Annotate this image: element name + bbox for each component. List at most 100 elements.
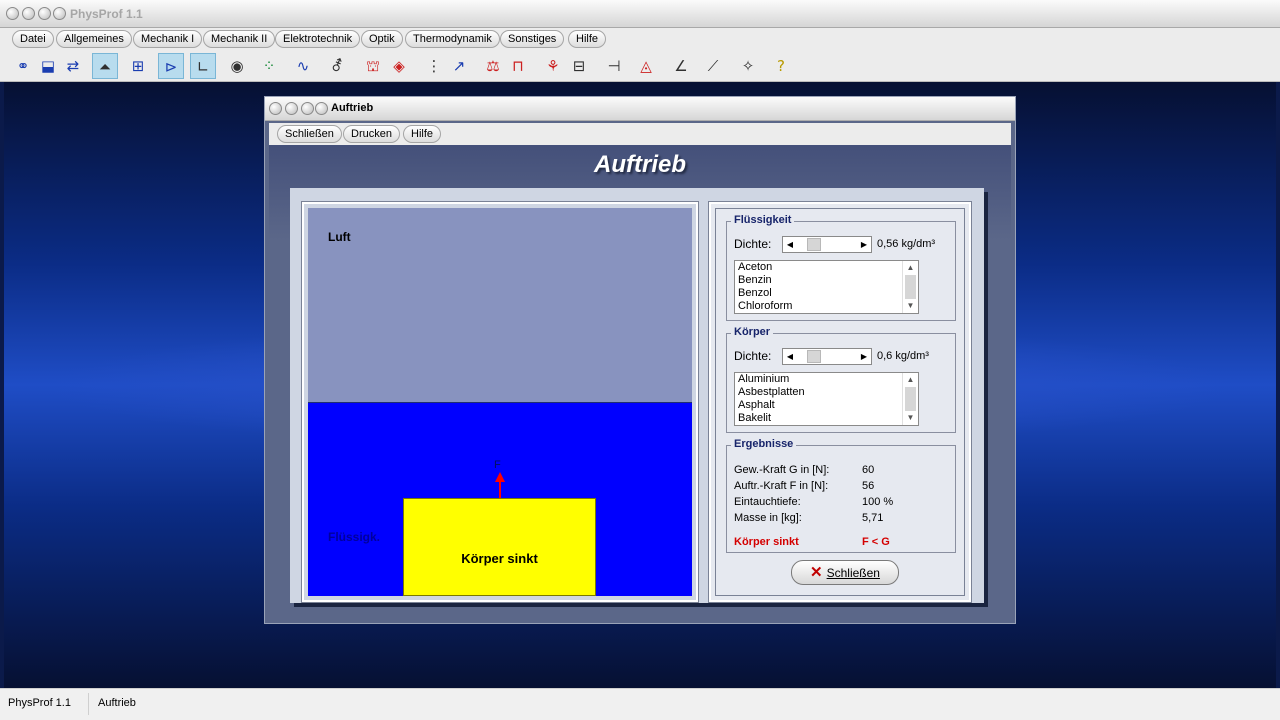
molecule-icon[interactable]: ⚘ [540,53,566,79]
body-group-title: Körper [731,326,774,338]
list-item[interactable]: Asbestplatten [735,386,918,399]
list-item[interactable]: Benzol [735,287,918,300]
dialog-close-button[interactable] [269,102,282,115]
fluid-slider-thumb[interactable] [807,238,821,251]
scroll-down-icon[interactable]: ▼ [903,300,918,312]
oscillation-icon[interactable]: ∿ [290,53,316,79]
list-item[interactable]: Benzin [735,274,918,287]
app-titlebar: PhysProf 1.1 [0,0,1280,28]
axes-icon[interactable]: ∟ [190,53,216,79]
magnet-icon[interactable]: ⛫ [360,53,386,79]
lever-icon[interactable]: ⋮ [421,53,447,79]
fluid-list-scrollbar[interactable]: ▲ ▼ [902,261,918,313]
menu-mechanik-2[interactable]: Mechanik II [203,30,276,48]
menu-elektrotechnik[interactable]: Elektrotechnik [275,30,361,48]
fluid-slider-right-arrow-icon[interactable]: ▶ [857,237,871,252]
menu-sonstiges[interactable]: Sonstiges [500,30,565,48]
stack-icon[interactable]: ⬓ [35,53,61,79]
list-item[interactable]: Chloroform [735,300,918,313]
close-button-label: Schließen [826,566,880,580]
scroll-down-icon[interactable]: ▼ [903,412,918,424]
result-value: 56 [862,480,875,492]
app-title: PhysProf 1.1 [70,7,143,21]
simulation-frame: Luft Flüssigk. F Körper sinkt [301,201,699,603]
dialog-minimize-button[interactable] [285,102,298,115]
dialog-menubar: Schließen Drucken Hilfe [269,123,1011,145]
controls-frame: Flüssigkeit Dichte: ◀ ▶ 0,56 kg/dm³ Acet… [708,201,972,603]
menu-hilfe[interactable]: Hilfe [568,30,607,48]
controls-panel: Flüssigkeit Dichte: ◀ ▶ 0,56 kg/dm³ Acet… [715,208,965,596]
spectrum-icon[interactable]: ∠ [668,53,694,79]
atoms-icon[interactable]: ⚭ [10,53,36,79]
list-item[interactable]: Bakelit [735,412,918,425]
close-icon: ✕ [810,564,823,581]
air-label: Luft [328,230,351,244]
dialog-menu-schliessen[interactable]: Schließen [277,125,342,143]
main-panel: Luft Flüssigk. F Körper sinkt Flüssigkei… [290,188,984,603]
battery-icon[interactable]: ⊟ [566,53,592,79]
menu-mechanik-1[interactable]: Mechanik I [133,30,203,48]
menu-optik[interactable]: Optik [361,30,403,48]
result-label: Auftr.-Kraft F in [N]: [734,480,829,492]
dialog-menu-hilfe[interactable]: Hilfe [403,125,442,143]
balance-icon[interactable]: ⊞ [125,53,151,79]
fluid-group: Flüssigkeit Dichte: ◀ ▶ 0,56 kg/dm³ Acet… [726,214,956,321]
body-slider-left-arrow-icon[interactable]: ◀ [783,349,797,364]
status-separator [88,693,89,715]
close-button[interactable]: ✕ Schließen [791,560,899,585]
graph-icon[interactable]: ↗ [446,53,472,79]
body-slider-right-arrow-icon[interactable]: ▶ [857,349,871,364]
dialog-maximize-button[interactable] [301,102,314,115]
list-item[interactable]: Asphalt [735,399,918,412]
decay-icon[interactable]: ⟋ [700,53,726,79]
wave-icon[interactable]: ⏶ [92,53,118,79]
body-density-slider[interactable]: ◀ ▶ [782,348,872,365]
body-slider-thumb[interactable] [807,350,821,363]
frame-icon[interactable]: ⊓ [505,53,531,79]
scroll-up-icon[interactable]: ▲ [903,374,918,386]
vector-icon[interactable]: ⊳ [158,53,184,79]
body-list-scrollbar[interactable]: ▲ ▼ [902,373,918,425]
body-status-label: Körper sinkt [461,551,538,566]
result-status-label: Körper sinkt [734,536,799,548]
body-listbox[interactable]: Aluminium Asbestplatten Asphalt Bakelit … [734,372,919,426]
help-icon[interactable]: ? [768,53,794,79]
resistor-icon[interactable]: ⊣ [601,53,627,79]
window-close-button[interactable] [6,7,19,20]
list-item[interactable]: Aceton [735,261,918,274]
body-density-value: 0,6 kg/dm³ [877,350,929,362]
dialog-shade-button[interactable] [315,102,328,115]
list-item[interactable]: Aluminium [735,373,918,386]
rotation-icon[interactable]: ⚦ [324,53,350,79]
scale-icon[interactable]: ⚖ [480,53,506,79]
menu-datei[interactable]: Datei [12,30,54,48]
force-label: F [494,459,501,471]
menu-allgemeines[interactable]: Allgemeines [56,30,132,48]
main-toolbar: ⚭ ⬓ ⇄ ⏶ ⊞ ⊳ ∟ ◉ ⁘ ∿ ⚦ ⛫ ◈ ⋮ ↗ ⚖ ⊓ ⚘ ⊟ ⊣ ◬ ∠ ⟋ ✧? [0,50,1280,82]
swap-icon[interactable]: ⇄ [60,53,86,79]
menu-thermodynamik[interactable]: Thermodynamik [405,30,500,48]
liquid-label: Flüssigk. [328,530,381,544]
fluid-slider-left-arrow-icon[interactable]: ◀ [783,237,797,252]
dialog-menu-drucken[interactable]: Drucken [343,125,400,143]
fluid-listbox[interactable]: Aceton Benzin Benzol Chloroform ▲ ▼ [734,260,919,314]
dialog-titlebar: Auftrieb [265,97,1015,121]
pressure-icon[interactable]: ◈ [386,53,412,79]
grid-icon[interactable]: ⁘ [256,53,282,79]
fluid-density-slider[interactable]: ◀ ▶ [782,236,872,253]
body-list-scroll-thumb[interactable] [905,387,916,411]
statusbar: PhysProf 1.1 Auftrieb [0,688,1280,720]
main-menubar: Datei Allgemeines Mechanik I Mechanik II… [0,28,1280,50]
eye-icon[interactable]: ◉ [224,53,250,79]
result-status-value: F < G [862,536,890,548]
window-shade-button[interactable] [53,7,66,20]
window-maximize-button[interactable] [38,7,51,20]
scroll-up-icon[interactable]: ▲ [903,262,918,274]
result-value: 5,71 [862,512,884,524]
lens-icon[interactable]: ◬ [633,53,659,79]
curve-icon[interactable]: ✧ [735,53,761,79]
fluid-list-scroll-thumb[interactable] [905,275,916,299]
result-label: Masse in [kg]: [734,512,802,524]
window-minimize-button[interactable] [22,7,35,20]
result-label: Eintauchtiefe: [734,496,801,508]
